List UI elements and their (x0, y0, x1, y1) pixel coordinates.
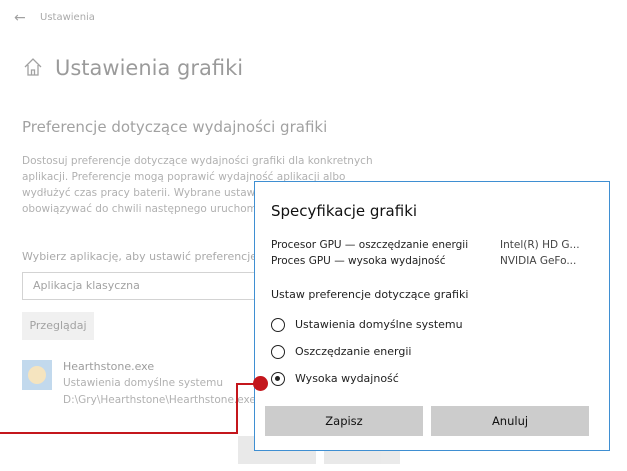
home-icon (24, 58, 42, 76)
title-bar: ← Ustawienia (0, 0, 627, 36)
settings-window: ← Ustawienia Ustawienia grafiki Preferen… (0, 0, 627, 471)
hearthstone-app-icon (22, 360, 52, 390)
preference-label: Ustaw preferencje dotyczące grafiki (271, 288, 469, 301)
radio-button-selected[interactable] (271, 372, 285, 386)
cancel-button[interactable]: Anuluj (431, 406, 589, 436)
gpu-power-saving-value: Intel(R) HD G... (500, 239, 580, 251)
app-selector-label: Wybierz aplikację, aby ustawić preferenc… (22, 250, 258, 263)
callout-line-vertical (236, 383, 238, 434)
radio-selected-dot (275, 376, 280, 381)
radio-label: Wysoka wydajność (295, 372, 399, 385)
dialog-title: Specyfikacje grafiki (271, 202, 418, 220)
gpu-high-performance-label: Proces GPU — wysoka wydajność (271, 255, 446, 267)
browse-button[interactable]: Przeglądaj (22, 312, 94, 340)
callout-marker (253, 376, 268, 391)
callout-line (0, 432, 238, 434)
section-title: Preferencje dotyczące wydajności grafiki (22, 118, 328, 136)
back-arrow-icon[interactable]: ← (14, 10, 26, 26)
radio-button[interactable] (271, 345, 285, 359)
radio-label: Oszczędzanie energii (295, 345, 412, 358)
window-title: Ustawienia (40, 12, 95, 23)
app-path: D:\Gry\Hearthstone\Hearthstone.exe (63, 394, 256, 406)
save-button[interactable]: Zapisz (265, 406, 423, 436)
app-type-value: Aplikacja klasyczna (33, 279, 140, 292)
radio-button[interactable] (271, 318, 285, 332)
gpu-high-performance-value: NVIDIA GeFo... (500, 255, 577, 267)
gpu-power-saving-label: Procesor GPU — oszczędzanie energii (271, 239, 469, 251)
radio-label: Ustawienia domyślne systemu (295, 318, 463, 331)
graphics-specifications-dialog: Specyfikacje grafiki Procesor GPU — oszc… (254, 181, 610, 451)
app-type-dropdown[interactable]: Aplikacja klasyczna (22, 272, 262, 300)
app-name[interactable]: Hearthstone.exe (63, 360, 154, 373)
page-title: Ustawienia grafiki (55, 56, 244, 80)
app-setting: Ustawienia domyślne systemu (63, 377, 224, 389)
